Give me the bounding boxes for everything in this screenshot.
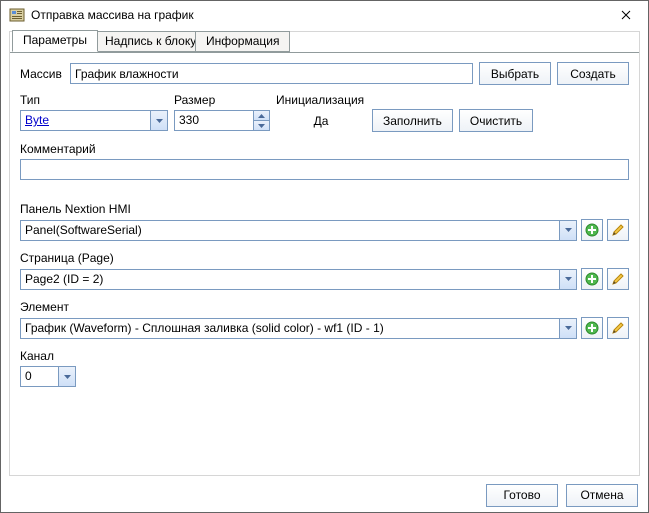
panel-parameters: Массив Выбрать Создать Тип Размер Инициа… [10,54,639,475]
select-button[interactable]: Выбрать [479,62,551,85]
element-value: График (Waveform) - Сплошная заливка (so… [21,319,559,338]
spinner-up-icon[interactable] [254,111,269,121]
tab-block-label[interactable]: Надпись к блоку [94,31,207,52]
size-value: 330 [175,111,253,130]
clear-button[interactable]: Очистить [459,109,533,132]
panel-value: Panel(SoftwareSerial) [21,221,559,240]
element-add-button[interactable] [581,317,603,339]
close-button[interactable] [612,1,640,29]
channel-value: 0 [21,367,58,386]
fill-button[interactable]: Заполнить [372,109,453,132]
page-edit-button[interactable] [607,268,629,290]
tab-block-label-label: Надпись к блоку [105,34,196,48]
size-label: Размер [174,93,270,107]
create-button[interactable]: Создать [557,62,629,85]
array-label: Массив [20,67,64,81]
cancel-button[interactable]: Отмена [566,484,638,507]
dialog-frame: Параметры Надпись к блоку Информация Мас… [9,31,640,476]
tab-information-label: Информация [206,34,279,48]
comment-label: Комментарий [20,142,629,156]
array-input[interactable] [70,63,473,84]
page-value: Page2 (ID = 2) [21,270,559,289]
type-label: Тип [20,93,168,107]
tab-parameters-label: Параметры [23,33,87,47]
panel-edit-button[interactable] [607,219,629,241]
app-icon [9,7,25,23]
panel-combo[interactable]: Panel(SoftwareSerial) [20,220,577,241]
init-label: Инициализация [276,93,366,107]
page-combo[interactable]: Page2 (ID = 2) [20,269,577,290]
chevron-down-icon [150,111,167,130]
channel-combo[interactable]: 0 [20,366,76,387]
init-value: Да [276,114,366,128]
page-add-button[interactable] [581,268,603,290]
titlebar: Отправка массива на график [1,1,648,29]
panel-label: Панель Nextion HMI [20,202,629,216]
dialog-footer: Готово Отмена [1,478,648,512]
spinner-down-icon[interactable] [254,121,269,130]
element-label: Элемент [20,300,629,314]
ok-button[interactable]: Готово [486,484,558,507]
chevron-down-icon [559,270,576,289]
type-value: Byte [21,111,150,130]
tab-information[interactable]: Информация [195,31,290,52]
page-label: Страница (Page) [20,251,629,265]
chevron-down-icon [559,319,576,338]
panel-add-button[interactable] [581,219,603,241]
type-combo[interactable]: Byte [20,110,168,131]
window-title: Отправка массива на график [31,8,612,22]
tab-parameters[interactable]: Параметры [12,30,98,52]
element-combo[interactable]: График (Waveform) - Сплошная заливка (so… [20,318,577,339]
channel-label: Канал [20,349,629,363]
element-edit-button[interactable] [607,317,629,339]
size-spinner[interactable]: 330 [174,110,270,131]
comment-input[interactable] [20,159,629,180]
tabstrip: Параметры Надпись к блоку Информация [10,31,639,53]
chevron-down-icon [58,367,75,386]
chevron-down-icon [559,221,576,240]
